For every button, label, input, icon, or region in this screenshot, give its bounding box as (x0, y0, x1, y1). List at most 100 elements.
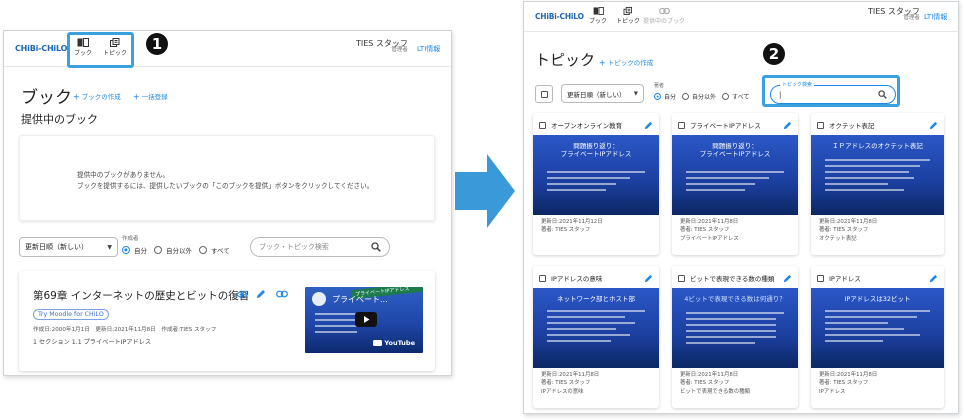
card-author: 著者: TIES スタッフ (819, 227, 869, 234)
card-checkbox[interactable] (678, 274, 685, 282)
topic-icon (623, 7, 632, 15)
card-thumbnail[interactable]: ＩＰアドレスのオクテット表記 (811, 135, 944, 215)
play-icon (364, 316, 370, 323)
book-page-screenshot: CHiBi-CHiLO ブック トピック TIES スタッフ 管理者 LTI情報… (3, 30, 452, 376)
card-author: 著者: TIES スタッフ (541, 380, 591, 387)
step-badge-2: 2 (763, 43, 785, 65)
topic-card[interactable]: IPアドレス IPアドレスは32ビット 更新日:2021年11月8日 著者: TI… (811, 266, 944, 408)
video-thumbnail[interactable]: プライベートIPアドレス プライベート... YouTube (305, 287, 423, 353)
card-title[interactable]: IPアドレスの意味 (551, 273, 644, 283)
plus-icon: ＋ (599, 59, 608, 67)
card-thumbnail[interactable]: 4ビットで表現できる数は何通り？ (672, 288, 798, 368)
user-info[interactable]: TIES スタッフ 管理者 (356, 39, 408, 54)
card-meta: 更新日:2021年11月12日 著者: TIES スタッフ (541, 218, 603, 235)
thumb-title: 問題振り返り： プライベートIPアドレス (560, 142, 632, 158)
edit-icon[interactable] (929, 274, 938, 283)
card-checkbox[interactable] (817, 121, 824, 129)
app-logo[interactable]: CHiBi-CHiLO (15, 44, 67, 53)
nav-book[interactable]: ブック (589, 7, 607, 25)
topic-card[interactable]: IPアドレスの意味 ネットワーク部とホスト部 更新日:2021年11月8日 著者:… (533, 266, 659, 408)
book-meta-section: 1 セクション 1.1 プライベートIPアドレス (33, 339, 152, 346)
card-title[interactable]: オクテット表記 (829, 120, 929, 130)
user-role: 管理者 (903, 15, 920, 22)
app-logo[interactable]: CHiBi-CHiLO (535, 12, 584, 21)
book-title[interactable]: 第69章 インターネットの歴史とビットの復習 (33, 288, 249, 303)
card-header: ビットで表現できる数の種類 (678, 272, 792, 284)
topic-card[interactable]: オープンオンライン教育 問題振り返り： プライベートIPアドレス 更新日:202… (533, 113, 659, 255)
card-author: 著者: TIES スタッフ (680, 227, 730, 234)
create-topic-button[interactable]: ＋ トピックの作成 (599, 57, 653, 67)
lti-info-link[interactable]: LTI情報 (417, 44, 440, 54)
highlight-search-box (762, 75, 900, 107)
radio-mine[interactable] (122, 246, 130, 254)
radio-all-label: すべて (732, 94, 750, 101)
edit-icon[interactable] (256, 289, 266, 299)
radio-others[interactable] (682, 93, 690, 100)
card-header: プライベートIPアドレス (678, 119, 792, 131)
step-badge-1: 1 (146, 33, 168, 55)
card-title[interactable]: プライベートIPアドレス (690, 120, 783, 130)
link-icon (658, 7, 670, 15)
edit-icon[interactable] (929, 121, 938, 130)
card-meta: 更新日:2021年11月8日 著者: TIES スタッフ ビットで表現できる数の種類 (680, 371, 750, 396)
book-topic-search[interactable]: ブック・トピック検索 (250, 237, 390, 257)
create-book-label: ブックの作成 (81, 93, 121, 101)
edit-icon[interactable] (644, 121, 653, 130)
radio-all[interactable] (722, 93, 730, 100)
select-all-checkbox[interactable] (535, 85, 553, 103)
card-checkbox[interactable] (817, 274, 824, 282)
search-input[interactable]: ブック・トピック検索 (259, 242, 329, 252)
bulk-register-button[interactable]: ＋ 一括登録 (133, 91, 168, 101)
card-checkbox[interactable] (539, 274, 546, 282)
radio-mine-label: 自分 (664, 94, 677, 101)
user-info[interactable]: TIES スタッフ 管理者 (868, 7, 920, 22)
lti-info-link[interactable]: LTI情報 (924, 12, 947, 22)
thumb-title: ネットワーク部とホスト部 (557, 295, 635, 303)
topic-card[interactable]: オクテット表記 ＩＰアドレスのオクテット表記 更新日:2021年11月8日 著者:… (811, 113, 944, 255)
radio-all[interactable] (199, 246, 207, 254)
topic-page-screenshot: CHiBi-CHiLO ブック トピック 提供中のブック TIES スタッフ 管… (523, 1, 959, 414)
nav-topic[interactable]: トピック (616, 7, 640, 25)
link-icon[interactable] (276, 290, 288, 298)
create-book-button[interactable]: ＋ ブックの作成 (73, 91, 121, 101)
card-updated: 更新日:2021年11月8日 (541, 372, 600, 378)
card-thumbnail[interactable]: ネットワーク部とホスト部 (533, 288, 659, 368)
sort-select[interactable]: 更新日順（新しい） ▼ (561, 84, 644, 103)
card-title[interactable]: オープンオンライン教育 (551, 120, 644, 130)
course-chip[interactable]: Try Moodle for CHiLO (33, 309, 109, 320)
topic-card[interactable]: ビットで表現できる数の種類 4ビットで表現できる数は何通り？ 更新日:2021年… (672, 266, 798, 408)
book-icon (593, 7, 604, 15)
card-meta: 更新日:2021年11月8日 著者: TIES スタッフ オクテット表記 (819, 218, 877, 243)
edit-icon[interactable] (783, 274, 792, 283)
book-card[interactable]: 第69章 インターネットの歴史とビットの復習 Try Moodle for CH… (19, 271, 435, 371)
card-checkbox[interactable] (539, 121, 546, 129)
card-updated: 更新日:2021年11月8日 (680, 372, 739, 378)
thumb-text-lines (825, 310, 930, 346)
search-icon[interactable] (371, 242, 381, 252)
card-title[interactable]: IPアドレス (829, 273, 929, 283)
edit-icon[interactable] (644, 274, 653, 283)
radio-others-label: 自分以外 (166, 247, 192, 255)
card-thumbnail[interactable]: 問題振り返り： プライベートIPアドレス (533, 135, 659, 215)
radio-mine[interactable] (654, 93, 661, 100)
author-legend: 著者 (654, 83, 665, 89)
card-header: オクテット表記 (817, 119, 938, 131)
card-thumbnail[interactable]: 問題振り返り： プライベートIPアドレス (672, 135, 798, 215)
radio-others[interactable] (154, 246, 162, 254)
book-meta-dates: 作成日:2000年1月1日 更新日:2021年11月8日 作成者:TIES スタ… (33, 327, 217, 333)
play-button[interactable] (355, 312, 377, 327)
card-title[interactable]: ビットで表現できる数の種類 (690, 273, 783, 283)
card-tag: IPアドレス (819, 388, 846, 395)
nav-provided-books[interactable]: 提供中のブック (643, 7, 685, 25)
video-title: プライベート... (332, 295, 388, 304)
thumb-text-lines (686, 171, 784, 195)
card-thumbnail[interactable]: IPアドレスは32ビット (811, 288, 944, 368)
thumb-text-lines (547, 310, 645, 346)
sort-select[interactable]: 更新日順（新しい） ▼ (19, 237, 118, 257)
topic-card[interactable]: プライベートIPアドレス 問題振り返り： プライベートIPアドレス 更新日:20… (672, 113, 798, 255)
edit-icon[interactable] (783, 121, 792, 130)
youtube-icon (373, 340, 383, 346)
eye-icon[interactable] (236, 290, 248, 299)
card-checkbox[interactable] (678, 121, 685, 129)
radio-all-label: すべて (211, 247, 230, 255)
